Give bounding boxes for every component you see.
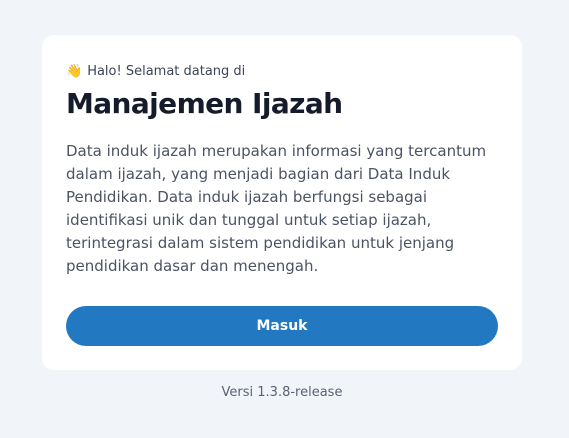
version-label: Versi 1.3.8-release [221, 385, 343, 400]
greeting-text: Halo! Selamat datang di [87, 64, 246, 79]
description-text: Data induk ijazah merupakan informasi ya… [66, 142, 487, 275]
waving-hand-icon: 👋 [66, 64, 83, 79]
welcome-card: 👋 Halo! Selamat datang di Manajemen Ijaz… [42, 35, 522, 370]
login-button[interactable]: Masuk [66, 306, 498, 346]
greeting: 👋 Halo! Selamat datang di [66, 64, 498, 80]
page-title: Manajemen Ijazah [66, 87, 343, 120]
